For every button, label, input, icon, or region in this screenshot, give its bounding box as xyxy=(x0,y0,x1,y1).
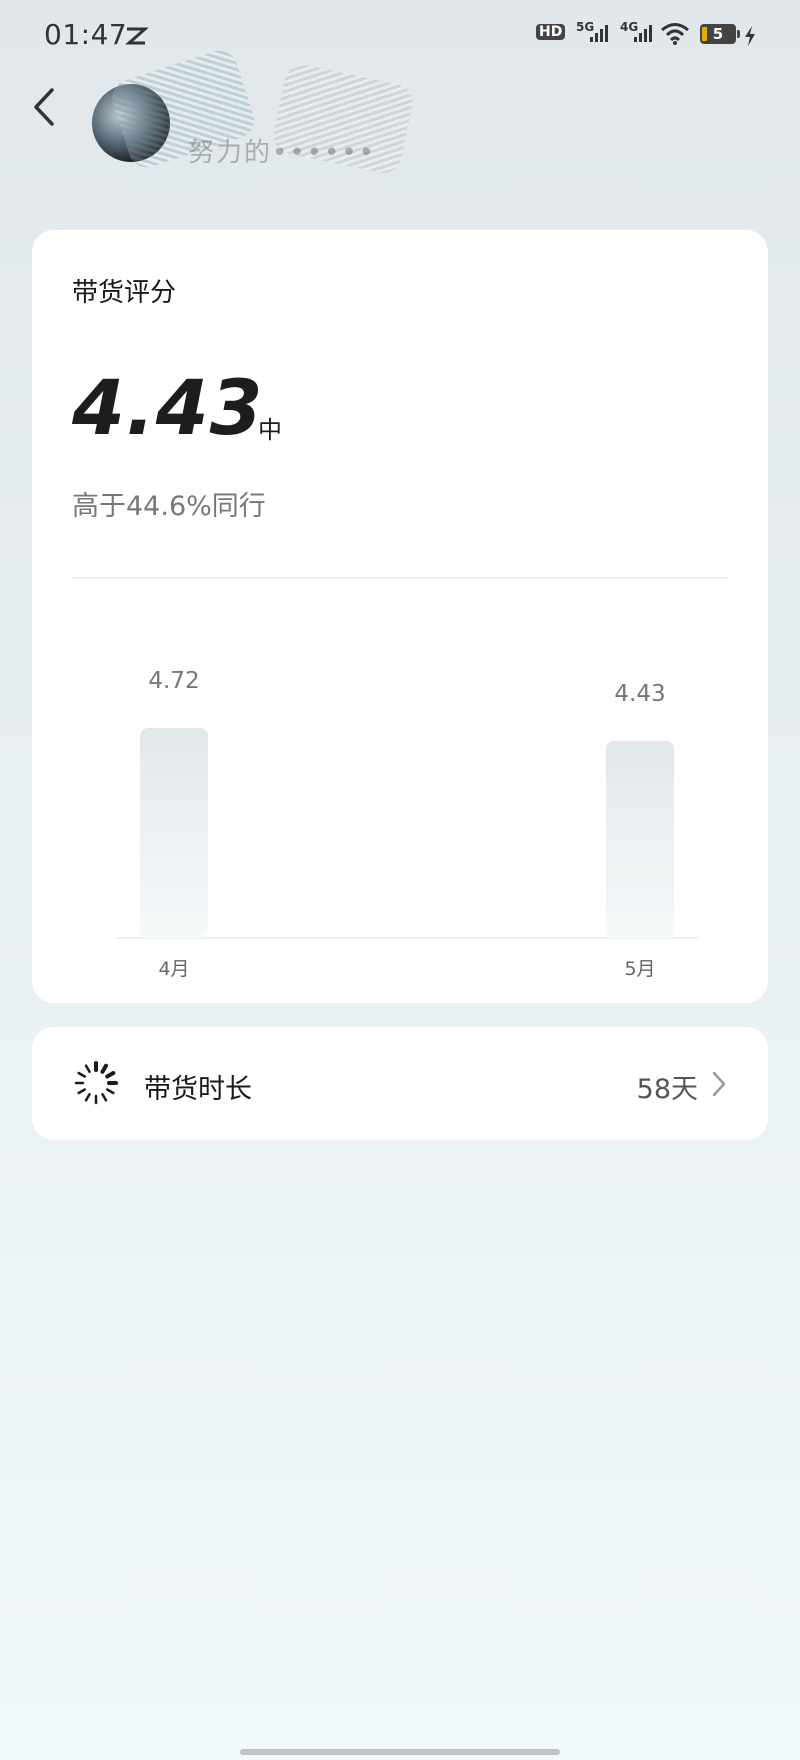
chart-bar-1 xyxy=(140,728,208,938)
battery-icon: 5 xyxy=(700,24,736,44)
divider xyxy=(72,577,728,579)
chart-category-label: 5月 xyxy=(624,958,655,980)
signal-5g-bars xyxy=(590,24,608,42)
chevron-left-icon xyxy=(34,88,54,126)
signal-4g-bars xyxy=(634,24,652,42)
score-card: 带货评分 4.43 中 高于44.6%同行 4.72 4月 4.43 5月 xyxy=(32,230,768,1003)
charging-icon xyxy=(745,26,755,46)
chart-category-label: 4月 xyxy=(158,958,189,980)
chart-value-label: 4.72 xyxy=(148,668,199,694)
home-indicator[interactable] xyxy=(240,1749,560,1755)
duration-card[interactable]: 带货时长 58天 xyxy=(32,1027,768,1140)
back-button[interactable] xyxy=(26,82,66,132)
duration-value: 58天 xyxy=(636,1074,698,1105)
score-comparison: 高于44.6%同行 xyxy=(72,491,266,522)
user-nickname: 努力的•••••• xyxy=(188,138,377,168)
card-title: 带货评分 xyxy=(72,278,177,308)
user-profile-header[interactable]: 努力的•••••• xyxy=(88,44,468,177)
duration-label: 带货时长 xyxy=(144,1074,252,1105)
battery-tip xyxy=(737,30,740,38)
hd-voice-icon: HD xyxy=(536,24,566,40)
wifi-icon xyxy=(661,23,689,45)
loading-spinner-icon xyxy=(74,1061,118,1105)
score-value: 4.43 xyxy=(72,363,264,452)
chevron-right-icon xyxy=(712,1071,726,1097)
score-level: 中 xyxy=(258,416,282,444)
chart-bar-2 xyxy=(606,740,674,938)
cast-icon xyxy=(125,27,148,45)
score-history-chart: 4.72 4月 4.43 5月 xyxy=(116,668,698,980)
chart-value-label: 4.43 xyxy=(614,681,665,707)
